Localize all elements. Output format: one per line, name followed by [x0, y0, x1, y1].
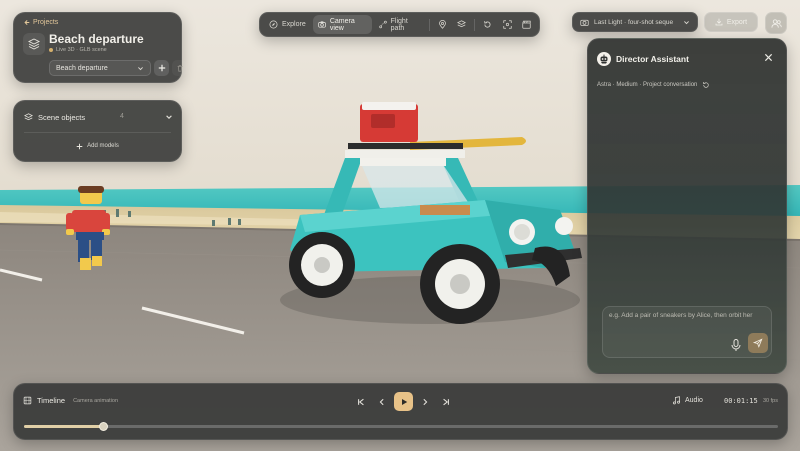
timeline-panel: Timeline Camera animation Audio 00:01:15… — [13, 383, 788, 440]
timeline-progress-fill — [24, 425, 104, 428]
layers-icon — [24, 113, 33, 121]
microphone-icon[interactable] — [728, 337, 744, 353]
timeline-subtitle: Camera animation — [73, 397, 119, 404]
assistant-meta-text: Astra · Medium · Project conversation — [597, 82, 698, 88]
project-title: Beach departure — [49, 32, 144, 46]
map-pin-icon — [439, 20, 446, 29]
send-icon — [753, 338, 763, 348]
project-subtitle-text: Live 3D · GLB scene — [56, 47, 107, 53]
collaborators-button[interactable] — [765, 12, 787, 34]
toolbar-divider — [474, 18, 476, 31]
frame-rate: 30 fps — [763, 398, 778, 404]
tab-explore-label: Explore — [282, 21, 306, 28]
audio-button[interactable]: Audio — [672, 396, 703, 405]
arrow-left-icon — [24, 20, 30, 25]
camera-icon — [318, 21, 326, 28]
timeline-playhead[interactable] — [99, 422, 109, 431]
view-toolbar: Explore Camera view Flight path — [259, 12, 540, 37]
export-button[interactable]: Export — [704, 12, 758, 32]
clapperboard-icon — [522, 20, 531, 29]
camera-icon — [580, 19, 589, 26]
reset-view-button[interactable] — [479, 15, 496, 34]
add-models-label: Add models — [87, 143, 119, 149]
plus-icon — [158, 64, 165, 72]
tab-explore[interactable]: Explore — [264, 15, 311, 34]
timeline-scrubber[interactable] — [24, 422, 778, 431]
map-pin-button[interactable] — [434, 15, 451, 34]
plus-icon — [76, 143, 83, 150]
send-button[interactable] — [748, 333, 768, 353]
layers-button[interactable] — [453, 15, 470, 34]
add-models-button[interactable]: Add models — [14, 143, 181, 150]
tab-camera-view[interactable]: Camera view — [312, 15, 372, 34]
compass-icon — [269, 20, 278, 29]
focus-button[interactable] — [499, 15, 516, 34]
project-panel: Projects Beach departure Live 3D · GLB s… — [13, 12, 187, 83]
chevron-right-icon — [423, 398, 428, 405]
project-subtitle: Live 3D · GLB scene — [49, 47, 107, 53]
timecode: 00:01:15 — [724, 397, 758, 405]
scene-objects-toggle[interactable]: Scene objects — [24, 113, 173, 122]
trash-icon — [177, 65, 182, 72]
chevron-down-icon — [684, 20, 689, 24]
shot-select[interactable]: Last Light · four-shot seque — [572, 12, 698, 32]
delete-scene-button[interactable] — [172, 60, 187, 76]
timeline-title: Timeline — [37, 396, 66, 405]
prompt-input[interactable] — [609, 312, 769, 336]
clapperboard-button[interactable] — [518, 15, 535, 34]
assistant-title: Director Assistant — [616, 54, 689, 64]
next-frame-button[interactable] — [416, 393, 434, 411]
back-to-projects-link[interactable]: Projects — [23, 19, 58, 26]
focus-icon — [503, 20, 512, 29]
skip-to-start-button[interactable] — [352, 393, 370, 411]
robot-avatar-icon — [600, 54, 608, 64]
layers-icon — [457, 20, 467, 28]
toolbar-divider — [429, 18, 430, 31]
cube-stack-icon — [23, 33, 45, 55]
tab-camera-view-label: Camera view — [329, 17, 355, 32]
chevron-down-icon — [138, 66, 143, 70]
play-button[interactable] — [394, 392, 413, 411]
export-label: Export — [726, 18, 748, 26]
scene-objects-count: 4 — [120, 113, 124, 120]
back-label: Projects — [33, 19, 59, 26]
divider — [24, 132, 171, 133]
previous-frame-button[interactable] — [373, 393, 391, 411]
chevron-down-icon[interactable] — [165, 113, 173, 121]
users-icon — [770, 18, 782, 28]
shot-select-value: Last Light · four-shot seque — [594, 18, 674, 26]
music-note-icon — [672, 396, 680, 405]
scene-objects-label: Scene objects — [38, 113, 86, 122]
film-icon — [23, 396, 32, 405]
playback-controls — [352, 392, 455, 411]
chevron-left-icon — [379, 398, 384, 405]
play-icon — [401, 398, 407, 405]
scene-objects-panel: Scene objects 4 Add models — [13, 100, 182, 162]
skip-back-icon — [358, 398, 364, 405]
tab-flight-path-label: Flight path — [390, 17, 408, 32]
scene-select[interactable]: Beach departure — [49, 60, 151, 76]
tab-flight-path[interactable]: Flight path — [374, 15, 425, 34]
reset-icon — [484, 21, 491, 28]
status-dot — [49, 48, 53, 52]
director-assistant-panel: Director Assistant Astra · Medium · Proj… — [587, 38, 787, 374]
download-icon — [715, 18, 723, 26]
add-scene-button[interactable] — [154, 60, 169, 76]
assistant-avatar — [597, 52, 611, 66]
flight-path-icon — [378, 20, 387, 29]
timeline-header: Timeline Camera animation — [23, 396, 118, 405]
skip-to-end-button[interactable] — [437, 393, 455, 411]
audio-label: Audio — [685, 397, 703, 404]
close-icon[interactable] — [764, 53, 773, 62]
refresh-icon[interactable] — [702, 81, 710, 89]
skip-forward-icon — [443, 398, 449, 405]
scene-select-value: Beach departure — [56, 64, 108, 72]
assistant-meta: Astra · Medium · Project conversation — [597, 81, 710, 89]
prompt-box — [602, 306, 772, 358]
